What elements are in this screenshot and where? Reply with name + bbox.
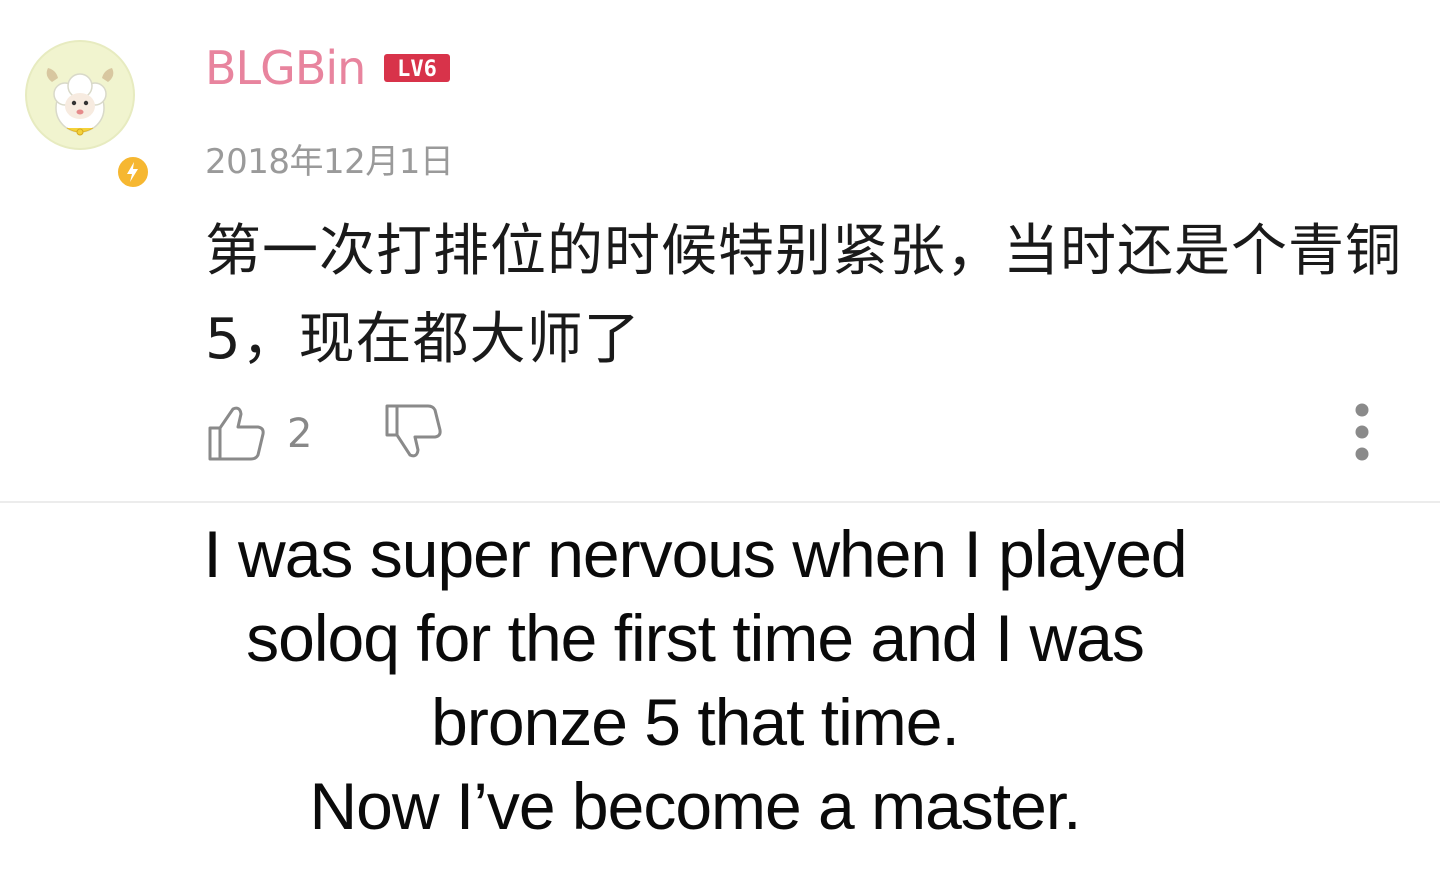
username[interactable]: BLGBin xyxy=(205,41,366,95)
thumbs-down-icon xyxy=(382,401,444,467)
comment-text: 第一次打排位的时候特别紧张，当时还是个青铜5，现在都大师了 xyxy=(205,219,1402,372)
translation-caption: I was super nervous when I played soloq … xyxy=(0,512,1390,848)
username-row: BLGBin LV6 xyxy=(205,38,451,98)
comment-date: 2018年12月1日 xyxy=(205,142,454,182)
more-vertical-icon xyxy=(1340,403,1384,474)
avatar-image xyxy=(25,40,135,150)
caption-line: I was super nervous when I played xyxy=(203,517,1187,591)
dislike-button[interactable] xyxy=(382,401,444,467)
avatar[interactable] xyxy=(25,40,151,190)
more-options-button[interactable] xyxy=(1340,398,1384,470)
caption-line: soloq for the first time and I was xyxy=(246,601,1145,675)
caption-line: bronze 5 that time. xyxy=(431,685,960,759)
comment-card: BLGBin LV6 2018年12月1日 第一次打排位的时候特别紧张，当时还是… xyxy=(0,0,1440,503)
comment-actions: 2 xyxy=(205,402,444,466)
lightning-icon xyxy=(115,154,151,190)
caption-line: Now I’ve become a master. xyxy=(309,769,1082,843)
level-badge-text: LV6 xyxy=(397,57,437,82)
like-count: 2 xyxy=(287,411,313,457)
thumbs-up-icon xyxy=(205,401,267,467)
level-badge: LV6 xyxy=(383,53,451,83)
like-button[interactable]: 2 xyxy=(205,401,312,467)
